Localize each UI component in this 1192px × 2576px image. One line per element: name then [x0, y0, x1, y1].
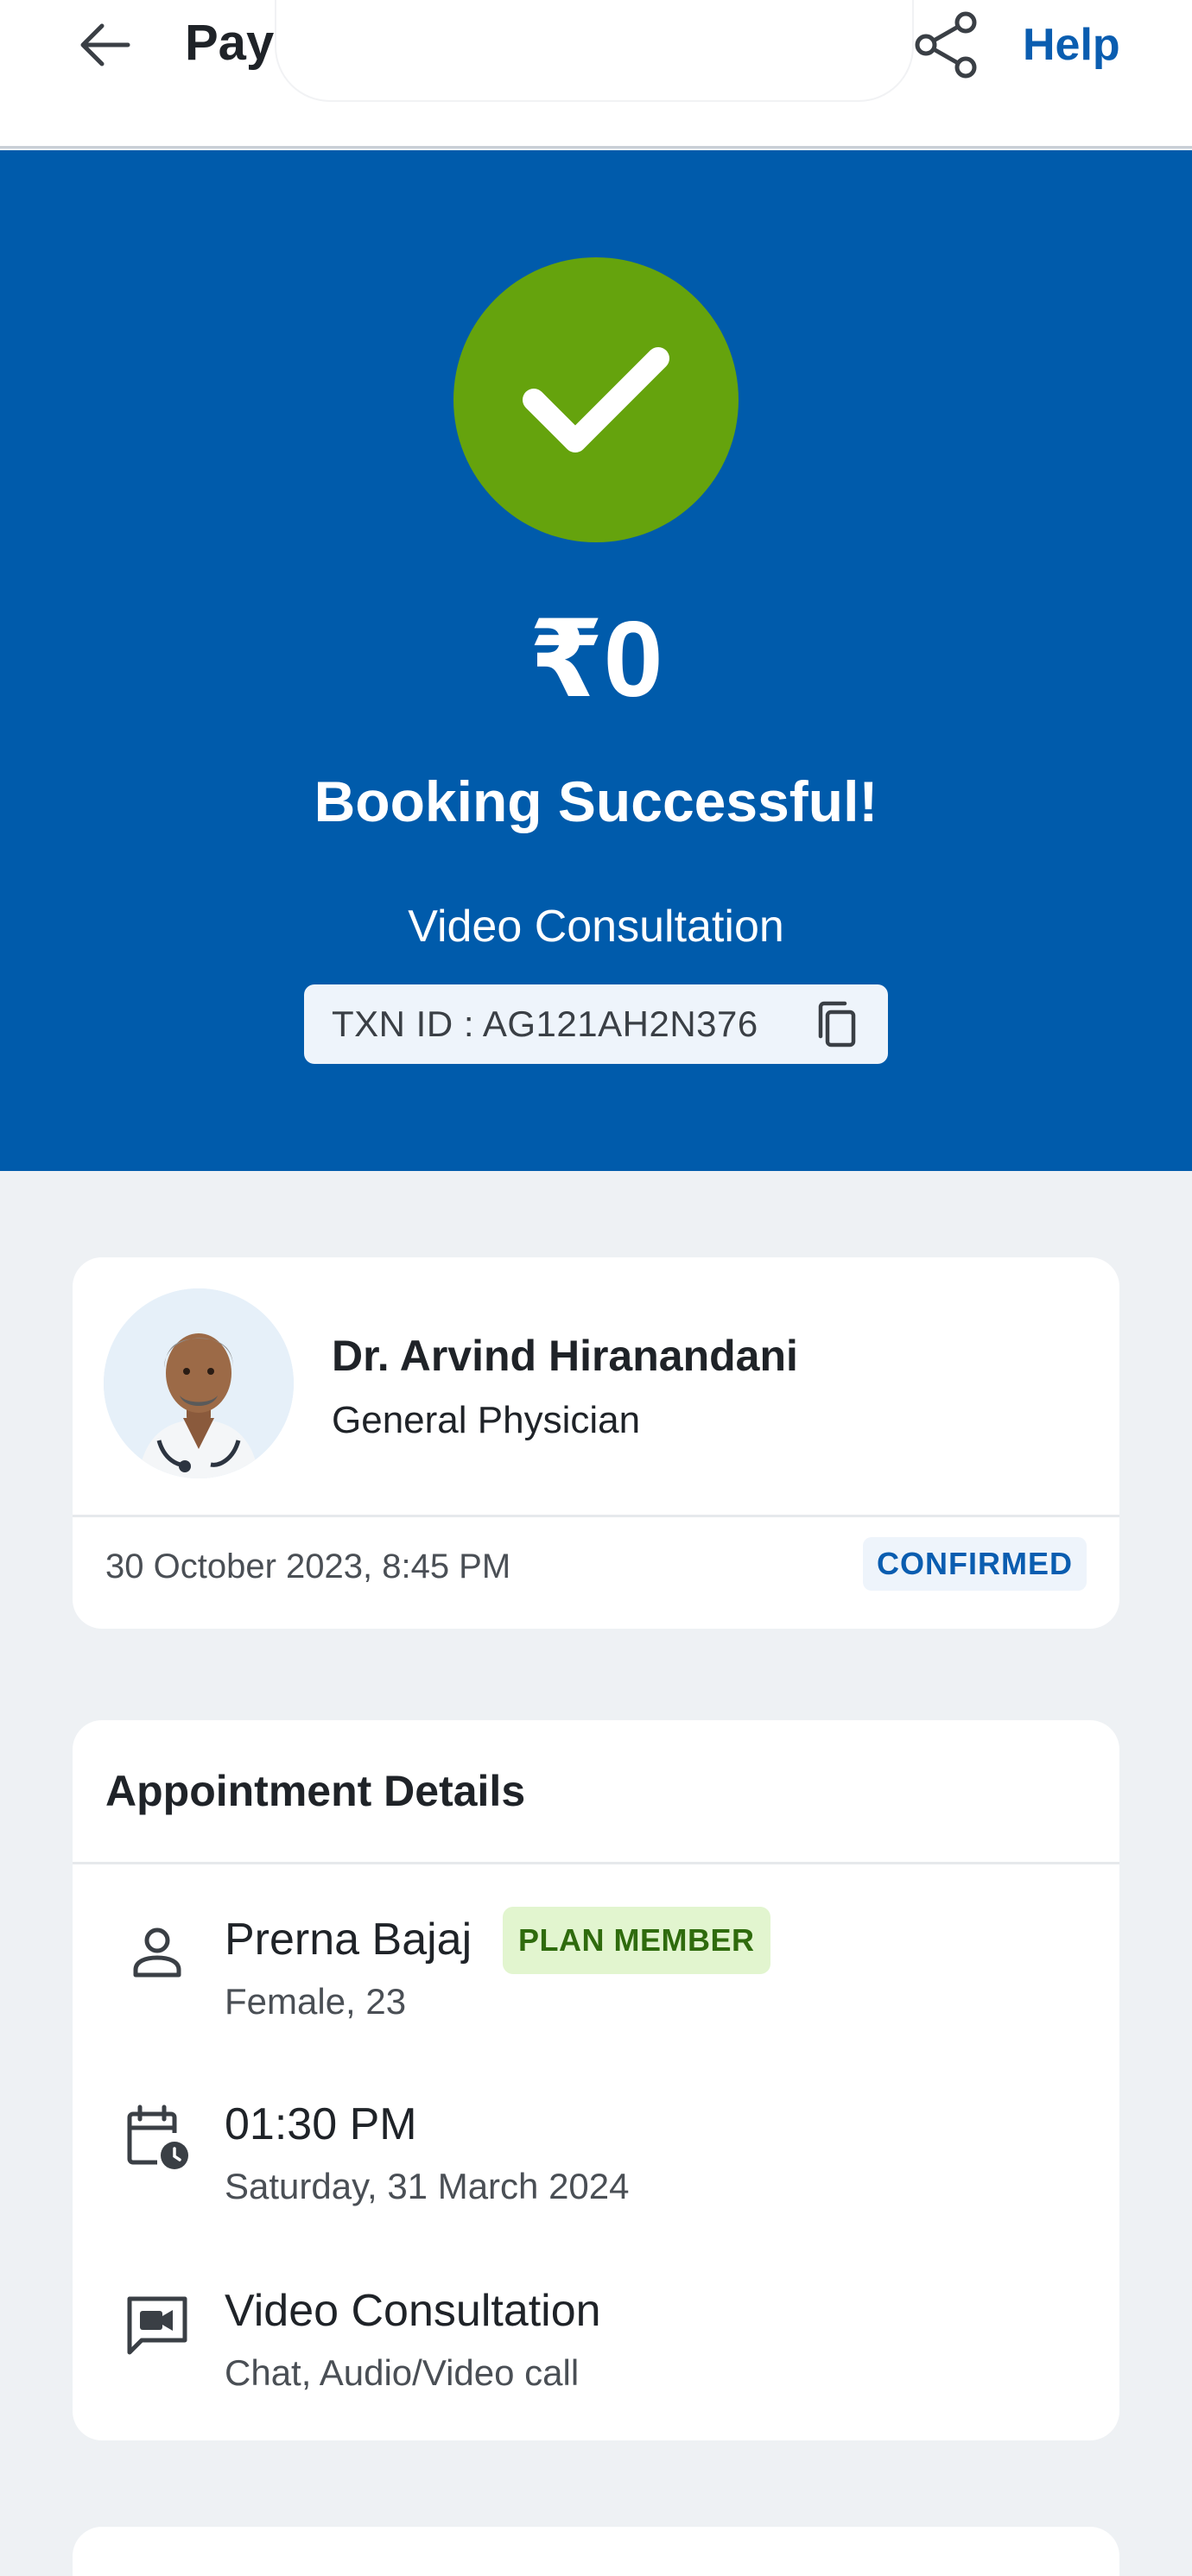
calendar-clock-icon [121, 2102, 193, 2174]
payment-amount: ₹0 [529, 600, 663, 719]
card-divider [73, 1515, 1119, 1517]
section-title: Appointment Details [105, 1767, 526, 1815]
consultation-mode: Video Consultation [225, 2286, 601, 2336]
transaction-id: TXN ID : AG121AH2N376 [332, 1003, 758, 1044]
doctor-portrait [104, 1288, 294, 1478]
copy-icon [818, 1001, 856, 1047]
appointment-time-row: 01:30 PM Saturday, 31 March 2024 [73, 2086, 1119, 2225]
status-badge: CONFIRMED [863, 1537, 1087, 1591]
section-divider [73, 1862, 1119, 1864]
patient-name: Prerna Bajaj [225, 1915, 472, 1965]
person-icon [121, 1917, 193, 1990]
doctor-specialty: General Physician [332, 1399, 641, 1441]
patient-row: Prerna Bajaj PLAN MEMBER Female, 23 [73, 1902, 1119, 2040]
doctor-card[interactable]: Dr. Arvind Hiranandani General Physician… [73, 1257, 1119, 1629]
consultation-type: Video Consultation [408, 902, 784, 952]
arrow-left-icon [80, 23, 130, 66]
consultation-mode-row: Video Consultation Chat, Audio/Video cal… [73, 2273, 1119, 2411]
page-title: Pay [185, 15, 275, 71]
help-link[interactable]: Help [1023, 14, 1120, 76]
plan-member-badge: PLAN MEMBER [503, 1907, 770, 1974]
share-button[interactable] [910, 9, 983, 81]
consultation-mode-info: Chat, Audio/Video call [225, 2352, 580, 2393]
success-badge [453, 257, 739, 542]
appointment-details-card: Appointment Details Prerna Bajaj PLAN ME… [73, 1720, 1119, 2440]
doctor-avatar [104, 1288, 294, 1478]
copy-txn-button[interactable] [810, 998, 862, 1050]
booking-datetime: 30 October 2023, 8:45 PM [105, 1547, 511, 1585]
patient-info: Female, 23 [225, 1981, 407, 2022]
back-button[interactable] [73, 16, 138, 74]
video-chat-icon [121, 2288, 193, 2361]
app-header: Pay Help [0, 0, 1192, 149]
share-icon [915, 11, 977, 79]
check-icon [523, 347, 669, 453]
device-notch [275, 0, 914, 102]
doctor-name: Dr. Arvind Hiranandani [332, 1332, 798, 1380]
next-section-card [73, 2527, 1119, 2576]
booking-success-banner: ₹0 Booking Successful! Video Consultatio… [0, 150, 1192, 1171]
transaction-id-box: TXN ID : AG121AH2N376 [304, 984, 888, 1064]
booking-status-title: Booking Successful! [314, 769, 878, 833]
appointment-time: 01:30 PM [225, 2099, 417, 2149]
appointment-date: Saturday, 31 March 2024 [225, 2166, 630, 2206]
